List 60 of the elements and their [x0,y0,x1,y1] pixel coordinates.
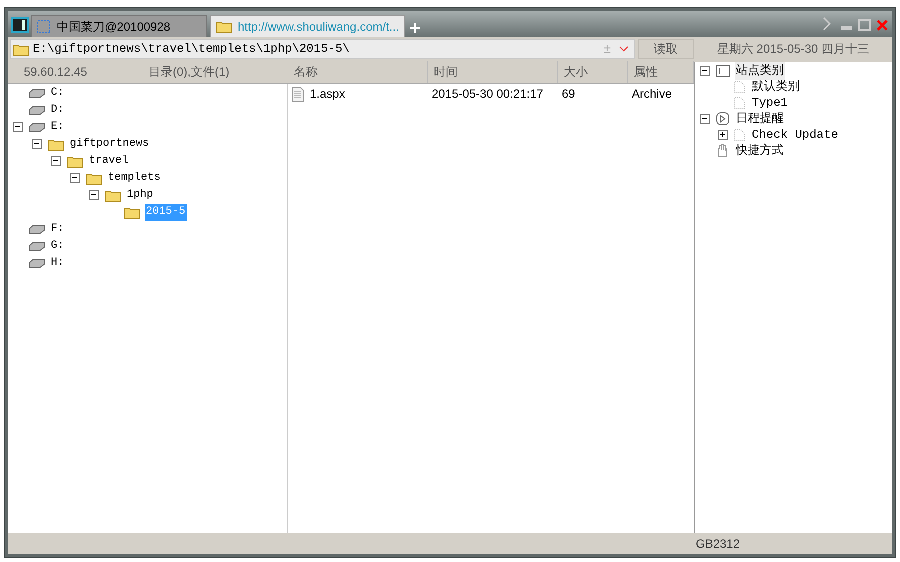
sidebar-toggle-icon[interactable] [11,17,29,33]
folder-icon [105,189,121,202]
collapse-icon[interactable] [32,139,43,150]
collapse-icon[interactable] [70,173,81,184]
blank-page-icon [37,20,51,34]
new-tab-icon[interactable] [410,23,420,33]
hard-drive-icon [29,225,45,234]
collapse-icon[interactable] [51,156,62,167]
page-icon [734,96,746,110]
file-icon [292,86,304,102]
dropdown-caret-icon[interactable] [619,46,629,52]
tree-item[interactable]: D: [50,102,66,119]
tree-item[interactable]: Type1 [751,94,790,112]
page-icon [734,128,746,142]
hand-icon [716,144,730,158]
tree-item[interactable]: G: [50,238,66,255]
hard-drive-icon [29,89,45,98]
folder-icon [124,206,140,219]
tree-item[interactable]: 快捷方式 [735,142,785,160]
expand-icon[interactable] [718,130,729,140]
tree-item[interactable]: 默认类别 [751,78,801,96]
hard-drive-icon [29,106,45,115]
table-cell[interactable]: 1.aspx [310,85,346,103]
page-icon [734,80,746,94]
folder-icon [216,20,232,33]
tree-item[interactable]: F: [50,221,66,238]
tree-item[interactable]: travel [88,153,130,170]
tab[interactable]: 中国菜刀@20100928 [31,15,207,37]
folder-icon [13,42,29,56]
tree-item[interactable]: H: [50,255,66,272]
hard-drive-icon [29,242,45,251]
collapse-icon[interactable] [700,66,711,76]
tree-item[interactable]: giftportnews [69,136,150,153]
hard-drive-icon [29,259,45,268]
tree-item[interactable]: templets [107,170,162,187]
path-field[interactable]: E:\giftportnews\travel\templets\1php\2015-5\ ± [10,39,635,59]
tree-item[interactable]: 日程提醒 [735,110,785,128]
tree-item[interactable]: Check Update [751,126,840,144]
folder-icon [48,138,64,151]
folder-icon [86,172,102,185]
tree-item[interactable]: C: [50,85,66,102]
hard-drive-icon [29,123,45,132]
table-cell-text: 69 [562,86,576,103]
date-label: 星期六 2015-05-30 四月十三 [716,41,871,58]
collapse-icon[interactable] [89,190,100,201]
folder-icon [67,155,83,168]
table-cell-text: Archive [632,86,672,103]
collapse-icon[interactable] [13,122,24,133]
tree-item[interactable]: E: [50,119,66,136]
table-cell-text: 2015-05-30 00:21:17 [432,86,544,103]
read-button[interactable]: 读取 [638,39,694,59]
square-icon [716,65,730,77]
ip-address: 59.60.12.45 [24,64,88,81]
directory-summary: 目录(0),文件(1) [149,64,230,81]
tree-item[interactable]: 1php [126,187,154,204]
tree-item[interactable]: 站点类别 [735,62,785,80]
timer-icon [716,112,730,126]
encoding-status: GB2312 [696,536,740,552]
plus-minus-sign: ± [604,40,611,58]
collapse-icon[interactable] [700,114,711,124]
